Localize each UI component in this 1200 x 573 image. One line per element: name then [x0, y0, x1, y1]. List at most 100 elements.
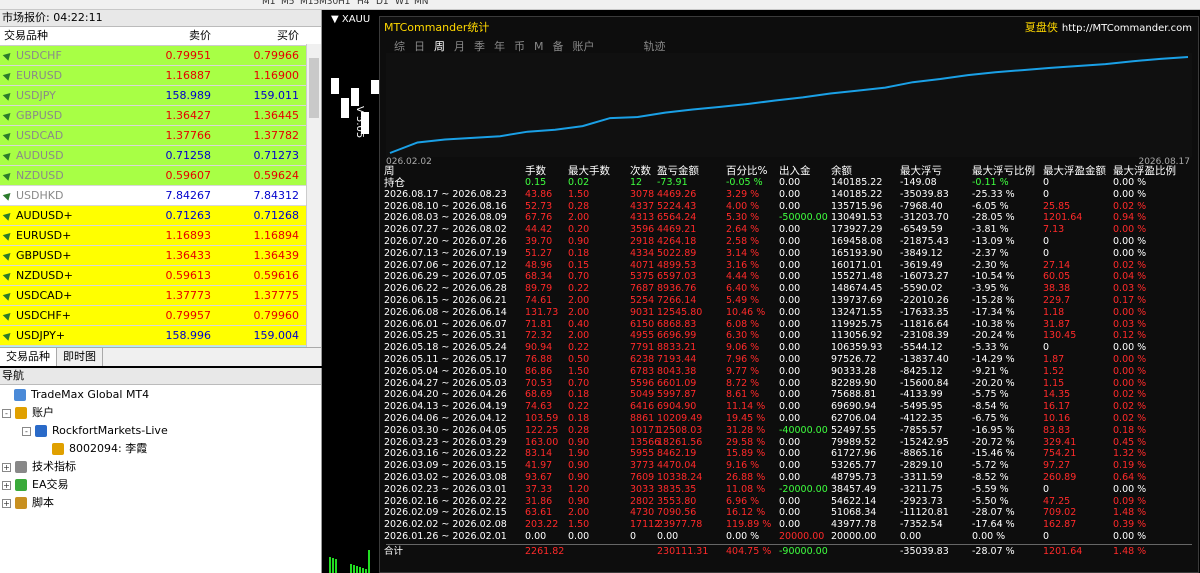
- table-cell: 8043.38: [657, 365, 697, 377]
- expand-toggle-icon[interactable]: +: [2, 462, 11, 472]
- chart-window[interactable]: ▼ XAUU V 5.05 MTCommander统计 夏盘侠 http://MT…: [325, 10, 1200, 573]
- table-cell: 0.22: [568, 342, 590, 354]
- header-cell[interactable]: 周: [384, 165, 395, 177]
- stats-tab-4[interactable]: 季: [474, 40, 485, 53]
- col-ask[interactable]: 买价: [215, 27, 303, 45]
- stats-tab-6[interactable]: 币: [514, 40, 525, 53]
- table-cell: -3619.49: [900, 259, 943, 271]
- timeframe-d1[interactable]: D1: [376, 0, 389, 7]
- table-cell: 3.16 %: [726, 259, 760, 271]
- timeframe-m15[interactable]: M15: [300, 0, 319, 7]
- market-row[interactable]: NZDUSD+ 0.59613 0.59616: [0, 266, 321, 286]
- table-cell: 0.70: [568, 271, 590, 283]
- expand-toggle-icon[interactable]: +: [2, 480, 11, 490]
- market-row[interactable]: USDHKD 7.84267 7.84312: [0, 186, 321, 206]
- market-row[interactable]: NZDUSD 0.59607 0.59624: [0, 166, 321, 186]
- market-row[interactable]: GBPUSD 1.36427 1.36445: [0, 106, 321, 126]
- expand-toggle-icon[interactable]: -: [2, 408, 11, 418]
- table-cell: 6601.09: [657, 377, 697, 389]
- table-cell: 2918: [630, 236, 655, 247]
- header-cell[interactable]: 百分比%: [726, 165, 767, 177]
- header-cell[interactable]: 次数: [630, 165, 651, 177]
- table-cell: 2026.07.06 ~ 2026.07.12: [384, 259, 507, 271]
- market-row[interactable]: EURUSD+ 1.16893 1.16894: [0, 226, 321, 246]
- symbol-cell: USDHKD: [0, 186, 125, 205]
- col-symbol[interactable]: 交易品种: [0, 27, 125, 45]
- header-cell[interactable]: 最大浮盈金额: [1043, 165, 1106, 177]
- table-row: 2026.04.13 ~ 2026.04.19 74.63 0.22 6416 6904…: [380, 401, 1198, 413]
- timeframe-m5[interactable]: M5: [281, 0, 295, 7]
- table-cell: 13566: [630, 436, 661, 448]
- navigator-item[interactable]: + 脚本: [2, 494, 54, 512]
- table-cell: 0.15: [525, 177, 547, 188]
- table-cell: 2026.02.02 ~ 2026.02.08: [384, 519, 507, 531]
- ask-cell: 1.16894: [253, 229, 300, 242]
- timeframe-m1[interactable]: M1: [262, 0, 276, 7]
- tree-node-icon: [15, 479, 27, 491]
- market-row[interactable]: USDCHF+ 0.79957 0.79960: [0, 306, 321, 326]
- navigator-item[interactable]: + EA交易: [2, 476, 68, 494]
- header-cell[interactable]: 手数: [525, 165, 546, 177]
- brand-url[interactable]: http://MTCommander.com: [1062, 23, 1192, 34]
- table-cell: 2026.06.22 ~ 2026.06.28: [384, 283, 507, 295]
- timeframe-mn[interactable]: MN: [414, 0, 429, 7]
- table-cell: 0.90: [568, 436, 590, 448]
- equity-chart: [386, 53, 1192, 157]
- table-cell: 9.77 %: [726, 365, 760, 377]
- market-row[interactable]: USDJPY+ 158.996 159.004: [0, 326, 321, 346]
- stats-tab-8[interactable]: 备: [553, 40, 564, 53]
- stats-tab-5[interactable]: 年: [494, 40, 505, 53]
- header-cell[interactable]: 出入金: [779, 165, 811, 177]
- stats-tab-1[interactable]: 日: [414, 40, 425, 53]
- timeframe-h4[interactable]: H4: [357, 0, 370, 7]
- table-cell: 1.50: [568, 188, 590, 200]
- header-cell[interactable]: 盈亏金额: [657, 165, 699, 177]
- expand-toggle-icon[interactable]: -: [22, 426, 31, 436]
- navigator-item[interactable]: - 账户: [2, 404, 54, 422]
- market-row[interactable]: AUDUSD 0.71258 0.71273: [0, 146, 321, 166]
- timeframe-m30[interactable]: M30: [319, 0, 338, 7]
- table-cell: 0.00: [900, 531, 922, 542]
- stats-tab-0[interactable]: 综: [394, 40, 405, 53]
- col-bid[interactable]: 卖价: [125, 27, 215, 45]
- navigator-item[interactable]: 8002094: 李霞: [52, 440, 147, 458]
- ask-cell: 159.004: [253, 329, 300, 342]
- tab-tick-chart[interactable]: 即时图: [57, 348, 103, 366]
- symbol-cell: AUDUSD+: [0, 206, 125, 225]
- header-cell[interactable]: 最大浮亏比例: [972, 165, 1035, 177]
- timeframe-h1[interactable]: H1: [338, 0, 351, 7]
- market-row[interactable]: USDCHF 0.79951 0.79966: [0, 46, 321, 66]
- tab-symbols[interactable]: 交易品种: [0, 348, 57, 366]
- header-cell[interactable]: 最大浮盈比例: [1113, 165, 1176, 177]
- market-row[interactable]: USDCAD+ 1.37773 1.37775: [0, 286, 321, 306]
- stats-tab-3[interactable]: 月: [454, 40, 465, 53]
- table-cell: 139737.69: [831, 295, 883, 306]
- market-row[interactable]: AUDUSD+ 0.71263 0.71268: [0, 206, 321, 226]
- expand-toggle-icon[interactable]: +: [2, 498, 11, 508]
- market-row[interactable]: EURUSD 1.16887 1.16900: [0, 66, 321, 86]
- timeframe-w1[interactable]: W1: [395, 0, 410, 7]
- market-row[interactable]: USDJPY 158.989 159.011: [0, 86, 321, 106]
- table-cell: 7687: [630, 283, 655, 295]
- table-cell: 160171.01: [831, 259, 883, 271]
- table-cell: 2026.03.23 ~ 2026.03.29: [384, 436, 507, 448]
- market-watch-scrollbar[interactable]: [306, 44, 321, 348]
- symbol-cell: AUDUSD: [0, 146, 125, 165]
- table-cell: 0.28: [568, 424, 590, 436]
- header-cell[interactable]: 余额: [831, 165, 852, 177]
- market-row[interactable]: USDCAD 1.37766 1.37782: [0, 126, 321, 146]
- stats-tab-7[interactable]: M: [534, 40, 544, 53]
- table-cell: 43977.78: [831, 519, 877, 531]
- stats-tab-2[interactable]: 周: [434, 40, 445, 53]
- table-cell: 0: [1043, 188, 1050, 200]
- market-row[interactable]: GBPUSD+ 1.36433 1.36439: [0, 246, 321, 266]
- navigator-item[interactable]: + 技术指标: [2, 458, 76, 476]
- scroll-thumb[interactable]: [309, 58, 319, 118]
- stats-tab-9[interactable]: 账户: [573, 40, 595, 53]
- ask-cell: 0.59616: [253, 269, 300, 282]
- header-cell[interactable]: 最大手数: [568, 165, 610, 177]
- navigator-item[interactable]: - RockfortMarkets-Live: [22, 422, 168, 440]
- navigator-item[interactable]: TradeMax Global MT4: [14, 386, 149, 404]
- header-cell[interactable]: 最大浮亏: [900, 165, 942, 177]
- stats-tab-10[interactable]: 轨迹: [644, 40, 666, 53]
